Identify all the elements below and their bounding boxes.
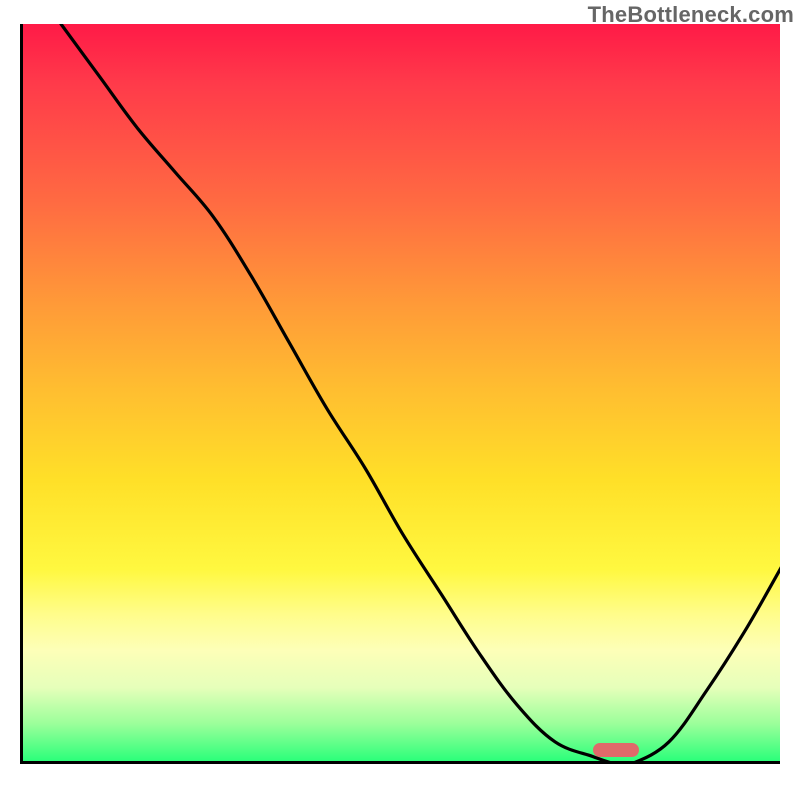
- plot-outer: [20, 24, 780, 780]
- plot-area: [20, 24, 780, 764]
- chart-container: TheBottleneck.com: [0, 0, 800, 800]
- optimal-range-marker: [593, 743, 639, 757]
- bottleneck-curve: [23, 24, 780, 764]
